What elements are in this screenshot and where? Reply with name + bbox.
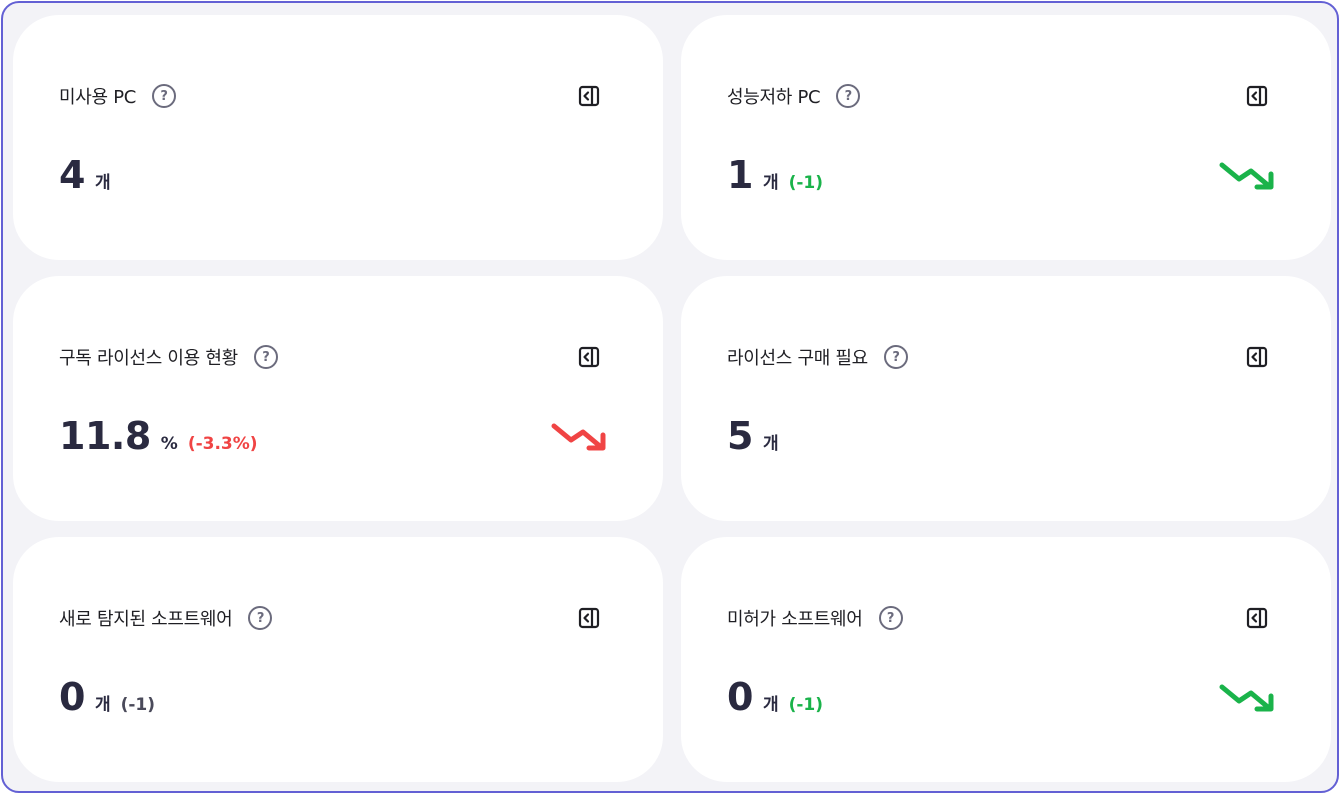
card-title: 미사용 PC bbox=[59, 87, 137, 108]
card-title-row: 라이선스 구매 필요 ? bbox=[727, 344, 908, 370]
card-value: 0 bbox=[727, 675, 753, 719]
card-value-row: 0 개 (-1) bbox=[727, 675, 823, 719]
card-value-row: 0 개 (-1) bbox=[59, 675, 155, 719]
card-value: 4 bbox=[59, 153, 85, 197]
collapse-panel-icon[interactable] bbox=[1245, 345, 1269, 369]
card-delta: (-3.3%) bbox=[187, 434, 258, 454]
card-value-row: 4 개 bbox=[59, 153, 111, 197]
card-unit: 개 bbox=[762, 434, 779, 454]
card-unit: 개 bbox=[762, 695, 779, 715]
question-circle-icon[interactable]: ? bbox=[152, 84, 177, 108]
card-title-row: 미허가 소프트웨어 ? bbox=[727, 605, 903, 631]
card-title-row: 구독 라이선스 이용 현황 ? bbox=[59, 344, 278, 370]
card-title-row: 새로 탐지된 소프트웨어 ? bbox=[59, 605, 273, 631]
stat-card-degraded-pc: 성능저하 PC ? 1 개 (-1) bbox=[681, 15, 1331, 260]
stat-card-subscription-license: 구독 라이선스 이용 현황 ? 11.8 % (-3.3%) bbox=[13, 276, 663, 521]
card-value: 11.8 bbox=[59, 414, 151, 458]
question-circle-icon[interactable]: ? bbox=[253, 345, 278, 369]
card-unit: 개 bbox=[94, 173, 111, 193]
card-delta: (-1) bbox=[788, 695, 824, 715]
stat-card-unauthorized-software: 미허가 소프트웨어 ? 0 개 (-1) bbox=[681, 537, 1331, 782]
collapse-panel-icon[interactable] bbox=[577, 345, 601, 369]
card-value-row: 1 개 (-1) bbox=[727, 153, 823, 197]
card-unit: 개 bbox=[94, 695, 111, 715]
stat-card-license-purchase: 라이선스 구매 필요 ? 5 개 bbox=[681, 276, 1331, 521]
card-delta: (-1) bbox=[788, 173, 824, 193]
question-circle-icon[interactable]: ? bbox=[836, 84, 861, 108]
card-value-row: 11.8 % (-3.3%) bbox=[59, 414, 258, 458]
question-circle-icon[interactable]: ? bbox=[878, 606, 903, 630]
card-value: 5 bbox=[727, 414, 753, 458]
collapse-panel-icon[interactable] bbox=[1245, 606, 1269, 630]
card-title: 미허가 소프트웨어 bbox=[727, 609, 863, 630]
collapse-panel-icon[interactable] bbox=[577, 606, 601, 630]
card-value: 0 bbox=[59, 675, 85, 719]
question-circle-icon[interactable]: ? bbox=[883, 345, 908, 369]
stat-card-grid: 미사용 PC ? 4 개 성능저하 PC ? 1 개 (-1) 구독 라이선스 … bbox=[13, 15, 1331, 782]
trend-down-icon bbox=[1219, 162, 1274, 190]
card-unit: 개 bbox=[762, 173, 779, 193]
question-circle-icon[interactable]: ? bbox=[248, 606, 273, 630]
stat-card-unused-pc: 미사용 PC ? 4 개 bbox=[13, 15, 663, 260]
stat-card-new-software: 새로 탐지된 소프트웨어 ? 0 개 (-1) bbox=[13, 537, 663, 782]
card-title-row: 성능저하 PC ? bbox=[727, 83, 861, 109]
trend-down-icon bbox=[1219, 684, 1274, 712]
card-value: 1 bbox=[727, 153, 753, 197]
card-unit: % bbox=[160, 434, 178, 454]
card-title-row: 미사용 PC ? bbox=[59, 83, 177, 109]
card-title: 성능저하 PC bbox=[727, 87, 821, 108]
trend-down-icon bbox=[551, 423, 606, 451]
collapse-panel-icon[interactable] bbox=[577, 84, 601, 108]
card-delta: (-1) bbox=[120, 695, 156, 715]
dashboard-frame: 미사용 PC ? 4 개 성능저하 PC ? 1 개 (-1) 구독 라이선스 … bbox=[1, 1, 1339, 793]
card-title: 라이선스 구매 필요 bbox=[727, 348, 868, 369]
collapse-panel-icon[interactable] bbox=[1245, 84, 1269, 108]
card-title: 구독 라이선스 이용 현황 bbox=[59, 348, 238, 369]
card-value-row: 5 개 bbox=[727, 414, 779, 458]
card-title: 새로 탐지된 소프트웨어 bbox=[59, 609, 233, 630]
